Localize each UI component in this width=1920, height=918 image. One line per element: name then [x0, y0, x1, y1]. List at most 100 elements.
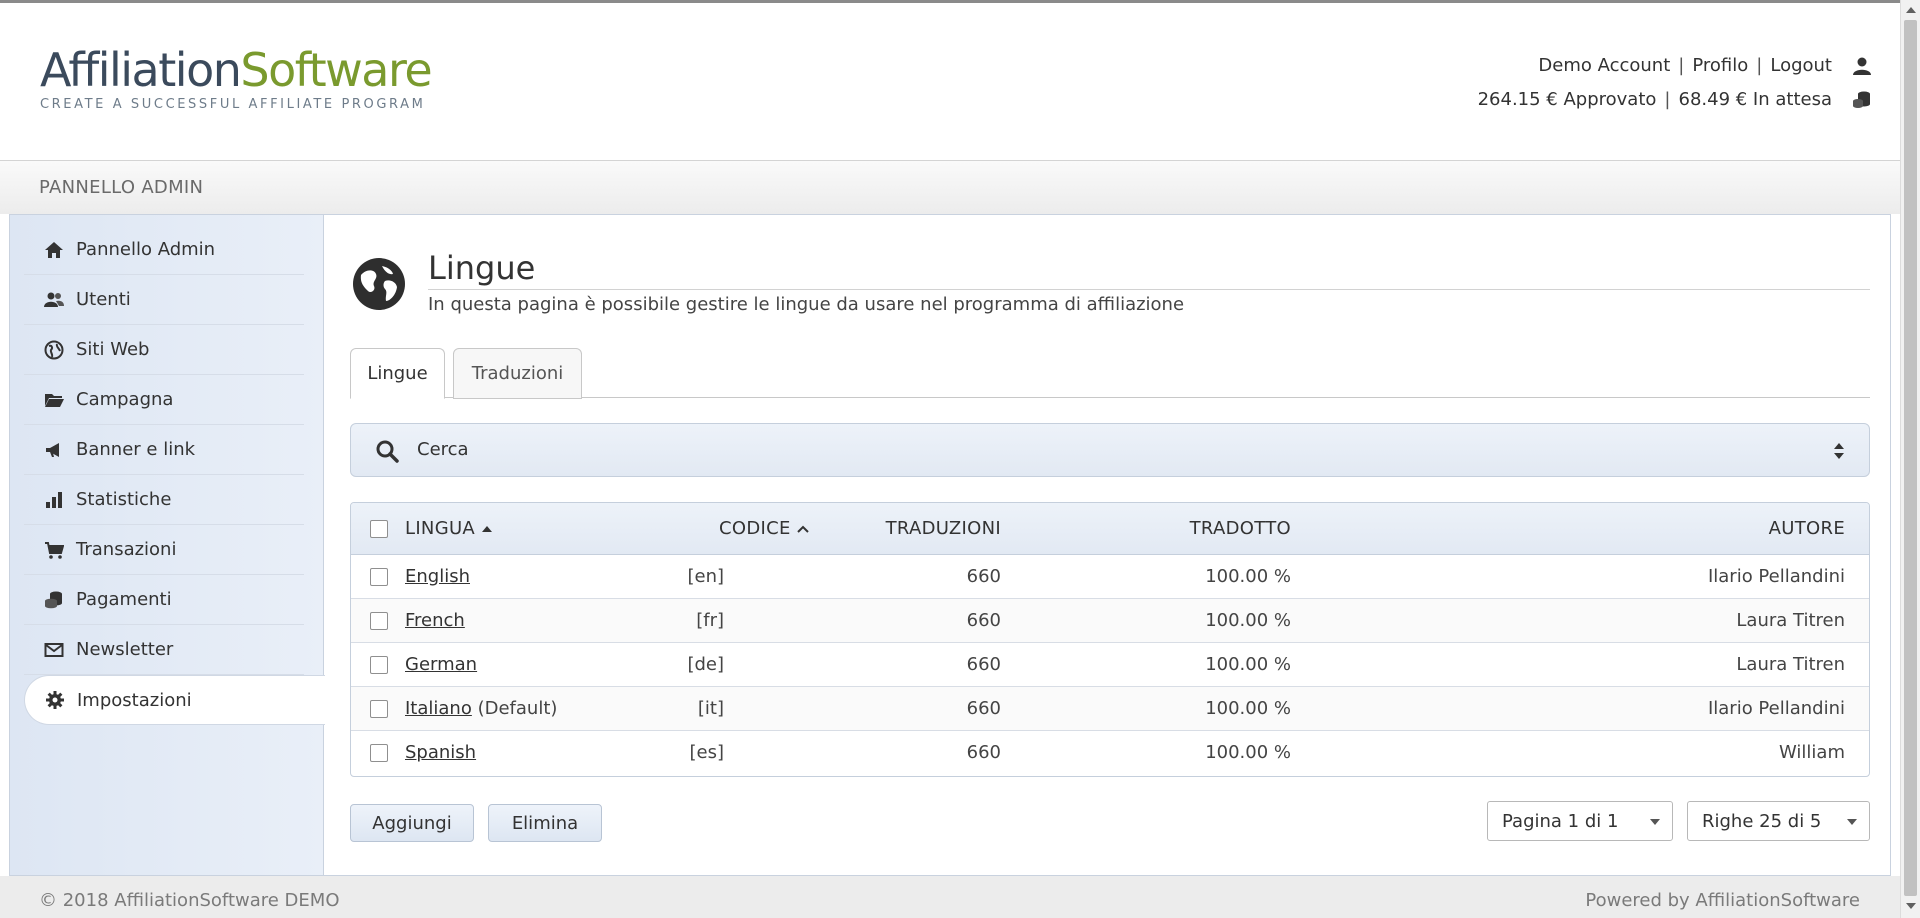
row-checkbox[interactable] — [370, 744, 388, 762]
logo-part-software: Software — [240, 43, 432, 97]
copyright: © 2018 AffiliationSoftware DEMO — [39, 890, 340, 911]
search-label: Cerca — [417, 439, 469, 460]
logout-link[interactable]: Logout — [1770, 49, 1832, 83]
footer: © 2018 AffiliationSoftware DEMO Powered … — [0, 876, 1900, 918]
column-header-label: LINGUA — [405, 518, 476, 539]
tab-lingue[interactable]: Lingue — [350, 348, 445, 399]
powered-by-link[interactable]: Powered by AffiliationSoftware — [1585, 890, 1860, 911]
add-button[interactable]: Aggiungi — [350, 804, 474, 842]
rows-select-value: Righe 25 di 5 — [1702, 810, 1822, 832]
page-description: In questa pagina è possibile gestire le … — [428, 294, 1185, 315]
chevron-down-icon — [1847, 819, 1857, 825]
author: William — [1779, 742, 1845, 763]
sidebar-item-statistiche[interactable]: Statistiche — [24, 475, 304, 525]
translations-count: 660 — [966, 566, 1001, 587]
table-row: Spanish [es] 660 100.00 % William — [351, 731, 1869, 775]
language-link[interactable]: Spanish — [405, 742, 476, 763]
language-link[interactable]: Italiano — [405, 698, 472, 719]
column-header-autore[interactable]: AUTORE — [1769, 518, 1845, 539]
author: Ilario Pellandini — [1707, 566, 1845, 587]
account-link[interactable]: Demo Account — [1538, 49, 1670, 83]
column-header-lingua[interactable]: LINGUA — [405, 518, 493, 539]
coins-icon — [45, 591, 62, 608]
globe-icon — [353, 258, 405, 310]
globe-icon — [44, 340, 64, 359]
page-select[interactable]: Pagina 1 di 1 — [1487, 801, 1673, 841]
language-link[interactable]: English — [405, 566, 470, 587]
language-code: [de] — [687, 654, 724, 675]
search-bar[interactable]: Cerca — [350, 423, 1870, 477]
column-header-label: CODICE — [719, 518, 791, 539]
content: Lingue In questa pagina è possibile gest… — [350, 215, 1870, 875]
language-code: [en] — [687, 566, 724, 587]
scroll-up-arrow-icon[interactable] — [1906, 7, 1916, 13]
column-header-traduzioni[interactable]: TRADUZIONI — [886, 518, 1001, 539]
language-code: [es] — [689, 742, 725, 763]
separator: | — [1664, 89, 1671, 110]
bar-chart-icon — [46, 491, 62, 508]
sidebar-item-siti-web[interactable]: Siti Web — [24, 325, 304, 375]
row-checkbox[interactable] — [370, 568, 388, 586]
sidebar-item-impostazioni[interactable]: Impostazioni — [24, 675, 325, 725]
sidebar-item-newsletter[interactable]: Newsletter — [24, 625, 304, 675]
column-header-codice[interactable]: CODICE — [719, 518, 809, 539]
sidebar-item-label: Newsletter — [76, 639, 174, 660]
envelope-icon — [44, 642, 64, 657]
expand-toggle-icon[interactable] — [1833, 442, 1845, 460]
row-checkbox[interactable] — [370, 656, 388, 674]
scroll-down-arrow-icon[interactable] — [1906, 903, 1916, 909]
table-row: French [fr] 660 100.00 % Laura Titren — [351, 599, 1869, 643]
author: Laura Titren — [1736, 610, 1845, 631]
coins-icon — [1853, 91, 1870, 108]
user-links: Demo Account | Profilo | Logout — [1478, 49, 1872, 83]
tab-traduzioni[interactable]: Traduzioni — [453, 348, 582, 399]
sidebar-item-label: Siti Web — [76, 339, 150, 360]
sidebar-item-campagna[interactable]: Campagna — [24, 375, 304, 425]
translated-percent: 100.00 % — [1205, 610, 1291, 631]
translated-percent: 100.00 % — [1205, 654, 1291, 675]
main-panel: Pannello Admin Utenti Siti Web Campagna … — [9, 214, 1891, 876]
translations-count: 660 — [966, 742, 1001, 763]
row-checkbox[interactable] — [370, 612, 388, 630]
sidebar-item-label: Campagna — [76, 389, 174, 410]
sidebar-item-label: Statistiche — [76, 489, 172, 510]
delete-button[interactable]: Elimina — [488, 804, 602, 842]
select-all-checkbox[interactable] — [370, 520, 388, 538]
chevron-down-icon — [1650, 819, 1660, 825]
author: Ilario Pellandini — [1707, 698, 1845, 719]
vertical-scrollbar[interactable] — [1900, 0, 1920, 918]
table-row: German [de] 660 100.00 % Laura Titren — [351, 643, 1869, 687]
logo-wordmark: AffiliationSoftware — [40, 47, 433, 93]
language-link[interactable]: French — [405, 610, 465, 631]
row-checkbox[interactable] — [370, 700, 388, 718]
sidebar-item-pannello-admin[interactable]: Pannello Admin — [24, 225, 304, 275]
default-label: (Default) — [477, 698, 558, 719]
column-header-tradotto[interactable]: TRADOTTO — [1190, 518, 1291, 539]
translated-percent: 100.00 % — [1205, 698, 1291, 719]
sidebar-item-label: Pagamenti — [76, 589, 172, 610]
table-row: English [en] 660 100.00 % Ilario Pelland… — [351, 555, 1869, 599]
sidebar-item-label: Transazioni — [76, 539, 177, 560]
language-code: [fr] — [696, 610, 724, 631]
translated-percent: 100.00 % — [1205, 742, 1291, 763]
sidebar-item-label: Pannello Admin — [76, 239, 216, 260]
logo[interactable]: AffiliationSoftware CREATE A SUCCESSFUL … — [40, 47, 433, 112]
translations-count: 660 — [966, 610, 1001, 631]
folder-icon — [45, 393, 64, 407]
separator: | — [1678, 55, 1685, 76]
pending-balance: 68.49 € In attesa — [1678, 89, 1833, 110]
translations-count: 660 — [966, 698, 1001, 719]
scrollbar-thumb[interactable] — [1904, 20, 1917, 896]
sidebar-item-banner-e-link[interactable]: Banner e link — [24, 425, 304, 475]
language-link[interactable]: German — [405, 654, 477, 675]
sidebar-item-transazioni[interactable]: Transazioni — [24, 525, 304, 575]
home-icon — [45, 241, 63, 258]
rows-select[interactable]: Righe 25 di 5 — [1687, 801, 1870, 841]
sidebar: Pannello Admin Utenti Siti Web Campagna … — [10, 215, 325, 875]
table-row: Italiano (Default) [it] 660 100.00 % Ila… — [351, 687, 1869, 731]
approved-balance: 264.15 € Approvato — [1477, 89, 1657, 110]
balance-line: 264.15 € Approvato | 68.49 € In attesa — [1478, 83, 1872, 117]
sidebar-item-utenti[interactable]: Utenti — [24, 275, 304, 325]
profile-link[interactable]: Profilo — [1692, 49, 1748, 83]
sidebar-item-pagamenti[interactable]: Pagamenti — [24, 575, 304, 625]
